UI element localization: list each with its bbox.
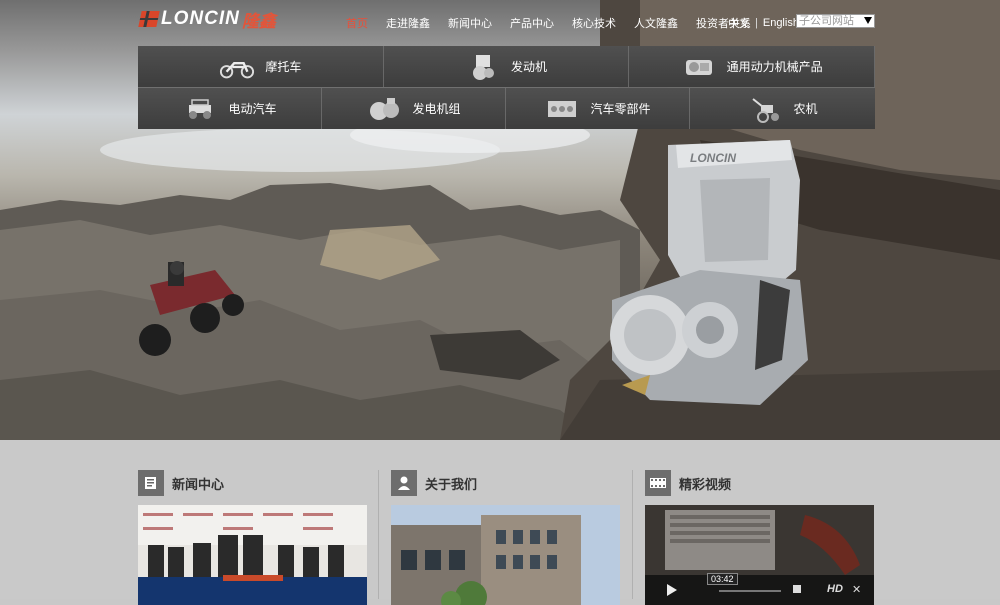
nav-culture[interactable]: 人文隆鑫 xyxy=(634,15,678,31)
menu-item-label: 发电机组 xyxy=(412,102,461,116)
menu-item-label: 摩托车 xyxy=(265,60,302,74)
video-column: 精彩视频 03:42 HD ✕ xyxy=(645,470,875,605)
menu-item-engine[interactable]: 发动机 xyxy=(383,46,630,87)
content-section: 新闻中心 关于我们 精彩视频 03:42 HD ✕ xyxy=(0,440,1000,605)
motorcycle-icon xyxy=(219,54,255,80)
video-controls: 03:42 HD ✕ xyxy=(649,573,874,603)
logo-text: LONCIN xyxy=(161,8,240,29)
auto-parts-icon xyxy=(544,96,580,122)
menu-item-label: 电动汽车 xyxy=(228,102,277,116)
film-icon xyxy=(645,470,671,496)
video-player[interactable]: 03:42 HD ✕ xyxy=(645,505,874,605)
play-icon[interactable] xyxy=(667,584,677,596)
video-time: 03:42 xyxy=(707,573,738,585)
menu-item-generator[interactable]: 发电机组 xyxy=(322,88,506,129)
news-photo[interactable] xyxy=(138,505,367,605)
language-switch: 中文 | English xyxy=(728,15,799,31)
fullscreen-icon[interactable]: ✕ xyxy=(852,583,861,596)
nav-home[interactable]: 首页 xyxy=(346,15,368,31)
volume-icon[interactable] xyxy=(793,585,801,593)
nav-core-technology[interactable]: 核心技术 xyxy=(572,15,616,31)
nav-news-center[interactable]: 新闻中心 xyxy=(448,15,492,31)
logo-mark-icon xyxy=(138,11,160,27)
logo-cn-text: 隆鑫 xyxy=(241,11,276,32)
news-icon xyxy=(138,470,164,496)
general-engine-icon xyxy=(681,54,717,80)
main-nav: 首页 走进隆鑫 新闻中心 产品中心 核心技术 人文隆鑫 投资者关系 xyxy=(346,15,769,31)
hd-button[interactable]: HD xyxy=(827,583,843,595)
engine-icon xyxy=(465,54,501,80)
lang-separator: | xyxy=(755,17,758,29)
subsidiary-site-select[interactable]: 子公司网站 xyxy=(796,14,875,28)
menu-item-auto-parts[interactable]: 汽车零部件 xyxy=(506,88,690,129)
menu-item-agricultural-machinery[interactable]: 农机 xyxy=(690,88,875,129)
brand-logo[interactable]: LONCIN 隆鑫 xyxy=(138,8,276,32)
menu-item-label: 农机 xyxy=(793,102,818,116)
about-section-title[interactable]: 关于我们 xyxy=(425,474,477,493)
video-progress-bar[interactable] xyxy=(719,590,781,592)
engine-brand-text: LONCIN xyxy=(690,151,736,165)
menu-item-electric-car[interactable]: 电动汽车 xyxy=(138,88,322,129)
video-section-title[interactable]: 精彩视频 xyxy=(679,474,731,493)
about-column: 关于我们 xyxy=(391,470,621,605)
menu-item-general-power[interactable]: 通用动力机械产品 xyxy=(629,46,876,87)
lang-english-link[interactable]: English xyxy=(763,17,799,29)
tiller-icon xyxy=(747,96,783,123)
product-mega-menu: 摩托车 发动机 通用动力机械产品 电动汽车 发电机组 汽车零部件 农机 xyxy=(138,46,876,129)
electric-car-icon xyxy=(182,96,218,122)
generator-icon xyxy=(366,96,402,122)
menu-item-label: 通用动力机械产品 xyxy=(726,60,823,74)
menu-item-label: 发动机 xyxy=(511,60,548,74)
lang-chinese-link[interactable]: 中文 xyxy=(728,15,750,31)
about-photo[interactable] xyxy=(391,505,620,605)
menu-item-label: 汽车零部件 xyxy=(590,102,651,116)
menu-item-motorcycle[interactable]: 摩托车 xyxy=(138,46,384,87)
subsidiary-select-value: 子公司网站 xyxy=(799,15,854,27)
news-section-title[interactable]: 新闻中心 xyxy=(172,474,224,493)
news-column: 新闻中心 xyxy=(138,470,368,605)
nav-about-loncin[interactable]: 走进隆鑫 xyxy=(386,15,430,31)
nav-product-center[interactable]: 产品中心 xyxy=(510,15,554,31)
person-icon xyxy=(391,470,417,496)
dropdown-arrow-icon xyxy=(864,17,872,24)
